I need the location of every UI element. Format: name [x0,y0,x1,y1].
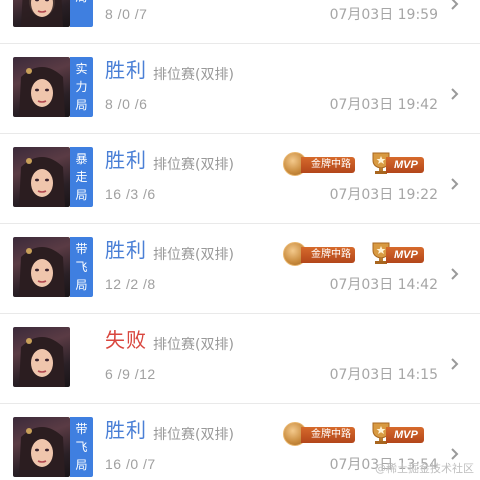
match-result: 胜利 [105,240,147,262]
match-type: 排位赛(双排) [153,247,234,263]
match-row[interactable]: 失败 排位赛(双排) 6 /9 /12 07月03日 14:15 [0,314,480,404]
chevron-right-icon[interactable] [450,178,460,190]
hero-avatar: 带飞局 [13,417,93,477]
kda-text: 12 /2 /8 [105,276,156,292]
hero-avatar: 暴走局 [13,147,93,207]
hero-avatar: 实力局 [13,57,93,117]
kda-text: 8 /0 /6 [105,96,148,112]
chevron-right-icon[interactable] [450,268,460,280]
match-time: 07月03日 19:22 [329,187,438,203]
match-type: 排位赛(双排) [153,427,234,443]
match-result: 胜利 [105,60,147,82]
match-row[interactable]: 带飞局 胜利 排位赛(双排) 金牌中路 MVP 12 /2 /8 07月03日 … [0,224,480,314]
match-type: 排位赛(双排) [153,157,234,173]
hero-portrait-icon [13,57,70,117]
mode-tag: 局 [70,0,93,27]
kda-text: 16 /0 /7 [105,456,156,472]
hero-avatar [13,327,93,387]
hero-portrait-icon [13,237,70,297]
match-row[interactable]: 暴走局 胜利 排位赛(双排) 金牌中路 MVP 16 /3 /6 07月03日 … [0,134,480,224]
mvp-badge: MVP [370,421,428,447]
match-history-list: 局 8 /0 /7 07月03日 19:59 实力局 胜利 排位赛(双排) 8 … [0,0,480,480]
kda-text: 6 /9 /12 [105,366,156,382]
match-time: 07月03日 14:15 [329,367,438,383]
match-result: 失败 [105,330,147,352]
match-result: 胜利 [105,150,147,172]
chevron-right-icon[interactable] [450,358,460,370]
mode-tag: 暴走局 [70,147,93,207]
match-type: 排位赛(双排) [153,337,234,353]
match-row[interactable]: 实力局 胜利 排位赛(双排) 8 /0 /6 07月03日 19:42 [0,44,480,134]
hero-portrait-icon [13,417,70,477]
gold-mid-lane-badge: 金牌中路 [283,421,363,447]
hero-portrait-icon [13,0,70,27]
hero-portrait-icon [13,327,70,387]
match-time: 07月03日 19:59 [329,7,438,23]
chevron-right-icon[interactable] [450,88,460,100]
kda-text: 16 /3 /6 [105,186,156,202]
match-time: 07月03日 19:42 [329,97,438,113]
match-row[interactable]: 局 8 /0 /7 07月03日 19:59 [0,0,480,44]
match-time: 07月03日 14:42 [329,277,438,293]
gold-mid-lane-badge: 金牌中路 [283,151,363,177]
hero-avatar: 局 [13,0,93,27]
hero-avatar: 带飞局 [13,237,93,297]
mvp-badge: MVP [370,241,428,267]
hero-portrait-icon [13,147,70,207]
gold-mid-lane-badge: 金牌中路 [283,241,363,267]
chevron-right-icon[interactable] [450,0,460,10]
kda-text: 8 /0 /7 [105,6,148,22]
match-result: 胜利 [105,420,147,442]
mvp-badge: MVP [370,151,428,177]
watermark: @稀土掘金技术社区 [375,462,474,475]
mode-tag: 带飞局 [70,237,93,297]
match-type: 排位赛(双排) [153,67,234,83]
chevron-right-icon[interactable] [450,448,460,460]
mode-tag: 带飞局 [70,417,93,477]
mode-tag: 实力局 [70,57,93,117]
